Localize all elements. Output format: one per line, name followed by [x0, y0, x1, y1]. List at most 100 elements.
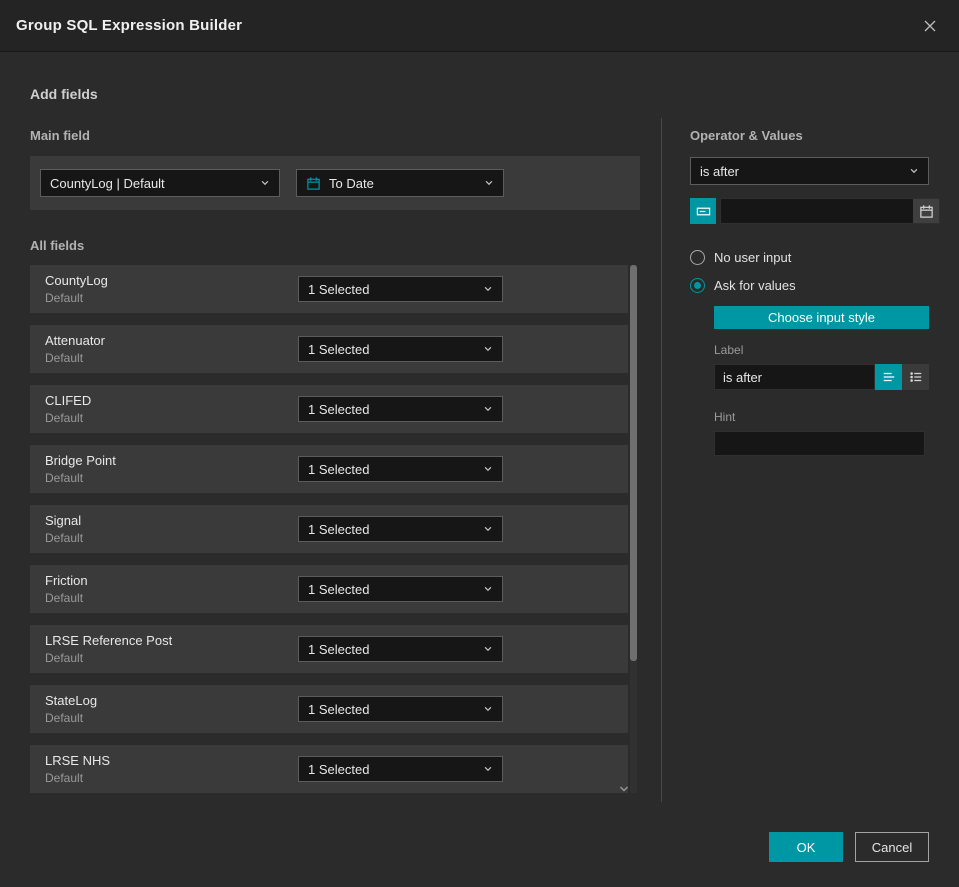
field-row: CountyLog Default 1 Selected: [30, 265, 628, 313]
field-name: Attenuator: [45, 333, 105, 348]
radio-selected-icon: [690, 278, 705, 293]
operator-select[interactable]: is after: [690, 157, 929, 185]
field-row: LRSE NHS Default 1 Selected: [30, 745, 628, 793]
field-name: LRSE NHS: [45, 753, 111, 768]
all-fields-list: CountyLog Default 1 Selected Attenuator …: [30, 265, 628, 793]
field-info: StateLog Default: [45, 693, 298, 725]
chevron-down-icon: [484, 526, 492, 532]
field-values-select[interactable]: 1 Selected: [298, 456, 503, 482]
field-info: CountyLog Default: [45, 273, 298, 305]
list-icon: [909, 372, 921, 382]
field-values-select-value: 1 Selected: [308, 341, 370, 357]
field-subtitle: Default: [45, 711, 84, 725]
label-input[interactable]: [715, 365, 874, 389]
fields-scrollbar: [630, 265, 637, 793]
field-name: Friction: [45, 573, 88, 588]
field-subtitle: Default: [45, 411, 84, 425]
hint-input[interactable]: [715, 432, 924, 455]
field-info: Signal Default: [45, 513, 298, 545]
field-values-select[interactable]: 1 Selected: [298, 336, 503, 362]
radio-unselected-icon: [690, 250, 705, 265]
field-row: Signal Default 1 Selected: [30, 505, 628, 553]
field-values-select-value: 1 Selected: [308, 581, 370, 597]
operator-values-panel: Operator & Values is after No user input…: [690, 128, 940, 456]
vertical-divider: [661, 118, 662, 802]
field-info: Attenuator Default: [45, 333, 298, 365]
choose-input-style-button[interactable]: Choose input style: [714, 306, 929, 329]
operator-select-value: is after: [700, 163, 740, 179]
group-sql-expression-builder-dialog: Group SQL Expression Builder Add fields …: [0, 0, 959, 887]
field-name: StateLog: [45, 693, 98, 708]
all-fields-label: All fields: [30, 238, 85, 253]
chevron-down-icon: [484, 646, 492, 652]
field-name: Bridge Point: [45, 453, 116, 468]
input-style-list-button[interactable]: [902, 364, 929, 390]
field-values-select[interactable]: 1 Selected: [298, 756, 503, 782]
field-name: CLIFED: [45, 393, 92, 408]
field-subtitle: Default: [45, 591, 84, 605]
field-subtitle: Default: [45, 771, 84, 785]
dialog-footer: OK Cancel: [769, 832, 929, 862]
field-values-select-value: 1 Selected: [308, 461, 370, 477]
scrollbar-thumb[interactable]: [630, 265, 637, 661]
ok-button[interactable]: OK: [769, 832, 843, 862]
field-name: Signal: [45, 513, 82, 528]
radio-label: No user input: [714, 250, 792, 265]
field-row: CLIFED Default 1 Selected: [30, 385, 628, 433]
field-name: LRSE Reference Post: [45, 633, 173, 648]
dialog-title: Group SQL Expression Builder: [16, 17, 243, 34]
cancel-button[interactable]: Cancel: [855, 832, 929, 862]
value-type-button[interactable]: [690, 198, 716, 224]
field-subtitle: Default: [45, 531, 84, 545]
radio-label: Ask for values: [714, 278, 796, 293]
main-field-select[interactable]: CountyLog | Default: [40, 169, 280, 197]
value-input-wrap: [720, 198, 940, 224]
chevron-down-icon: [485, 180, 493, 186]
field-values-select[interactable]: 1 Selected: [298, 576, 503, 602]
field-row: Attenuator Default 1 Selected: [30, 325, 628, 373]
field-values-select[interactable]: 1 Selected: [298, 696, 503, 722]
field-values-select-value: 1 Selected: [308, 401, 370, 417]
hint-field-label: Hint: [714, 410, 736, 424]
field-row: Friction Default 1 Selected: [30, 565, 628, 613]
calendar-icon: [306, 176, 321, 191]
align-left-icon: [883, 372, 894, 382]
chevron-down-icon: [484, 586, 492, 592]
field-values-select[interactable]: 1 Selected: [298, 276, 503, 302]
main-field-panel: CountyLog | Default To Date: [30, 156, 640, 210]
chevron-down-icon: [484, 286, 492, 292]
field-info: LRSE Reference Post Default: [45, 633, 298, 665]
value-input[interactable]: [721, 199, 913, 223]
label-input-row: [714, 364, 929, 390]
close-icon: [924, 20, 936, 31]
main-field-label: Main field: [30, 128, 90, 143]
field-subtitle: Default: [45, 291, 84, 305]
field-subtitle: Default: [45, 351, 84, 365]
input-style-single-button[interactable]: [875, 364, 902, 390]
calendar-picker-button[interactable]: [913, 199, 939, 223]
chevron-down-icon: [261, 180, 269, 186]
chevron-down-icon: [910, 168, 918, 174]
date-field-select[interactable]: To Date: [296, 169, 504, 197]
radio-no-user-input[interactable]: No user input: [690, 250, 929, 265]
field-row: LRSE Reference Post Default 1 Selected: [30, 625, 628, 673]
radio-ask-for-values[interactable]: Ask for values: [690, 278, 929, 293]
fields-column: Main field CountyLog | Default To Date A…: [30, 128, 640, 805]
close-button[interactable]: [917, 13, 943, 39]
chevron-down-icon: [484, 466, 492, 472]
scroll-down-button[interactable]: [616, 782, 632, 796]
field-row: StateLog Default 1 Selected: [30, 685, 628, 733]
chevron-down-icon: [484, 706, 492, 712]
field-values-select[interactable]: 1 Selected: [298, 396, 503, 422]
field-info: Bridge Point Default: [45, 453, 298, 485]
main-field-select-value: CountyLog | Default: [50, 175, 165, 191]
field-values-select[interactable]: 1 Selected: [298, 636, 503, 662]
date-field-select-value: To Date: [329, 175, 374, 191]
field-info: CLIFED Default: [45, 393, 298, 425]
chevron-down-icon: [484, 346, 492, 352]
field-values-select-value: 1 Selected: [308, 701, 370, 717]
field-values-select[interactable]: 1 Selected: [298, 516, 503, 542]
label-input-wrap: [714, 364, 875, 390]
field-subtitle: Default: [45, 471, 84, 485]
operator-values-heading: Operator & Values: [690, 128, 803, 143]
